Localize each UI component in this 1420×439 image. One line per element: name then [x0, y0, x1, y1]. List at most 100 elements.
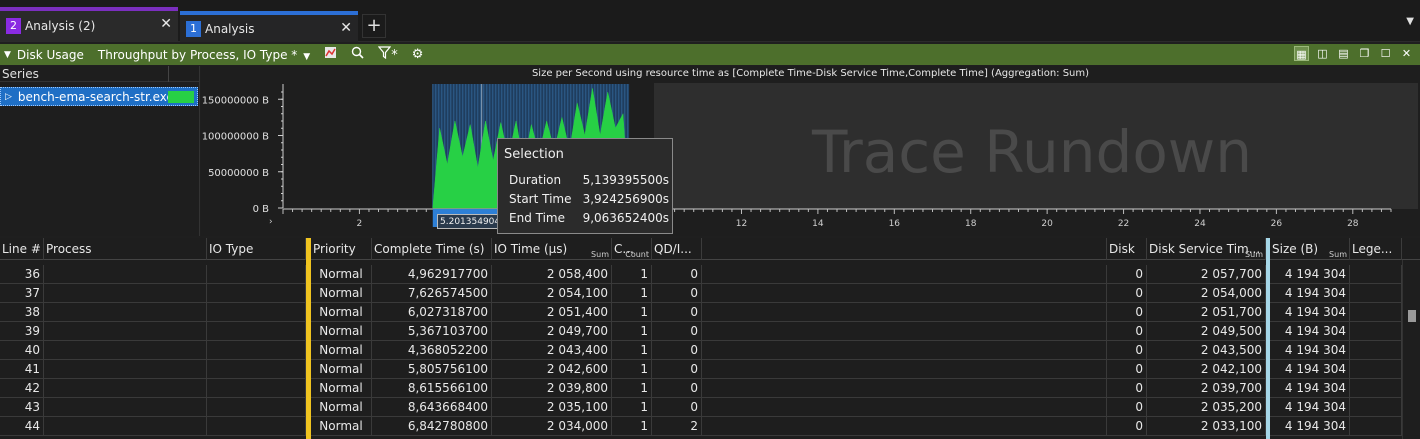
- column-header-line[interactable]: Line #: [0, 238, 44, 260]
- cell-disk: 0: [1107, 379, 1147, 398]
- x-tick-label: 26: [1271, 219, 1283, 229]
- cell-priority: Normal: [311, 417, 372, 436]
- maximize-icon[interactable]: ☐: [1378, 46, 1393, 61]
- table-row[interactable]: 43 Normal 8,643668400 2 035,100 1 0 0 2 035,200…: [0, 398, 1402, 417]
- cell-disk: 0: [1107, 360, 1147, 379]
- column-header-process[interactable]: Process: [44, 238, 207, 260]
- vertical-scrollbar[interactable]: [1402, 260, 1420, 439]
- cell-process: [44, 303, 207, 322]
- close-icon[interactable]: ✕: [160, 16, 172, 32]
- restore-icon[interactable]: ❐: [1357, 46, 1372, 61]
- cell-disk-service-time: 2 039,700: [1147, 379, 1266, 398]
- cell-process: [44, 322, 207, 341]
- table-row[interactable]: 41 Normal 5,805756100 2 042,600 1 0 0 2 042,100…: [0, 360, 1402, 379]
- axis-expand-icon[interactable]: ›: [269, 217, 273, 227]
- x-tick-label: 14: [812, 219, 824, 229]
- x-tick-label: 2: [357, 219, 363, 229]
- cell-process: [44, 379, 207, 398]
- x-tick-label: 12: [736, 219, 747, 229]
- cell-process: [44, 265, 207, 284]
- preset-label: Throughput by Process, IO Type *: [97, 47, 298, 62]
- cell-disk-service-time: 2 049,500: [1147, 322, 1266, 341]
- cell-process: [44, 398, 207, 417]
- graph-name[interactable]: Disk Usage: [17, 48, 84, 62]
- cell-line: 38: [0, 303, 44, 322]
- column-header-size[interactable]: Size (B) Sum: [1270, 238, 1350, 260]
- cell-io-time: 2 054,100: [492, 284, 612, 303]
- preset-dropdown[interactable]: Throughput by Process, IO Type * ▼: [98, 48, 310, 62]
- expand-icon[interactable]: ▷: [5, 92, 12, 102]
- chart-area[interactable]: Size per Second using resource time as […: [201, 66, 1420, 236]
- column-header-complete-time[interactable]: Complete Time (s): [372, 238, 492, 260]
- cell-priority: Normal: [311, 284, 372, 303]
- tab-analysis[interactable]: 1 Analysis ✕: [180, 11, 358, 42]
- column-header-label: Disk Service Tim...: [1149, 242, 1261, 256]
- cell-io-type: [207, 398, 306, 417]
- cell-io-time: 2 058,400: [492, 265, 612, 284]
- x-tick-label: 18: [965, 219, 977, 229]
- search-icon[interactable]: [351, 46, 364, 63]
- column-header-legend[interactable]: Lege...: [1350, 238, 1402, 260]
- column-header-label: IO Time (µs): [494, 242, 568, 256]
- scrollbar-thumb[interactable]: [1408, 310, 1416, 322]
- graph-only-icon[interactable]: ◫: [1315, 46, 1330, 61]
- close-icon[interactable]: ✕: [340, 20, 352, 36]
- gear-icon[interactable]: ⚙: [412, 47, 424, 62]
- graph-toolbar: ▼ Disk Usage Throughput by Process, IO T…: [0, 44, 1420, 65]
- cell-priority: Normal: [311, 360, 372, 379]
- cell-priority: Normal: [311, 265, 372, 284]
- tab-list-dropdown-icon[interactable]: ▼: [1406, 16, 1414, 27]
- table-row[interactable]: 37 Normal 7,626574500 2 054,100 1 0 0 2 054,000…: [0, 284, 1402, 303]
- graph-and-table-icon[interactable]: ▦: [1294, 46, 1309, 61]
- cell-disk: 0: [1107, 398, 1147, 417]
- cell-size: 4 194 304: [1270, 322, 1350, 341]
- cell-spacer: [702, 322, 1107, 341]
- cell-io-type: [207, 303, 306, 322]
- x-tick-label: 16: [889, 219, 901, 229]
- series-item[interactable]: ▷ bench-ema-search-str.exe...: [0, 87, 198, 106]
- cell-spacer: [702, 284, 1107, 303]
- cell-priority: Normal: [311, 398, 372, 417]
- cell-io-type: [207, 379, 306, 398]
- cell-legend: [1350, 379, 1402, 398]
- cell-legend: [1350, 398, 1402, 417]
- cell-count: 1: [612, 341, 652, 360]
- cell-disk: 0: [1107, 284, 1147, 303]
- column-header-disk-service-time[interactable]: Disk Service Tim... Sum: [1147, 238, 1266, 260]
- cell-disk-service-time: 2 043,500: [1147, 341, 1266, 360]
- cell-io-type: [207, 322, 306, 341]
- column-header-io-type[interactable]: IO Type: [207, 238, 306, 260]
- column-header-spacer: [702, 238, 1107, 260]
- column-header-count[interactable]: C... Count: [612, 238, 652, 260]
- tab-analysis-2[interactable]: 2 Analysis (2) ✕: [0, 7, 178, 41]
- cell-count: 1: [612, 303, 652, 322]
- add-tab-button[interactable]: +: [362, 14, 386, 38]
- table-row[interactable]: 38 Normal 6,027318700 2 051,400 1 0 0 2 051,700…: [0, 303, 1402, 322]
- table-row[interactable]: 36 Normal 4,962917700 2 058,400 1 0 0 2 057,700…: [0, 265, 1402, 284]
- cell-spacer: [702, 341, 1107, 360]
- table-row[interactable]: 44 Normal 6,842780800 2 034,000 1 2 0 2 033,100…: [0, 417, 1402, 436]
- cell-priority: Normal: [311, 322, 372, 341]
- column-header-io-time[interactable]: IO Time (µs) Sum: [492, 238, 612, 260]
- table-row[interactable]: 40 Normal 4,368052200 2 043,400 1 0 0 2 043,500…: [0, 341, 1402, 360]
- chart-svg[interactable]: Trace Rundown 0 B 50000000 B 100000000 B 15…: [201, 66, 1420, 236]
- cell-complete-time: 7,626574500: [372, 284, 492, 303]
- cell-legend: [1350, 284, 1402, 303]
- table-row[interactable]: 39 Normal 5,367103700 2 049,700 1 0 0 2 049,500…: [0, 322, 1402, 341]
- column-header-priority[interactable]: Priority: [311, 238, 372, 260]
- column-header-disk[interactable]: Disk: [1107, 238, 1147, 260]
- table-row[interactable]: 42 Normal 8,615566100 2 039,800 1 0 0 2 039,700…: [0, 379, 1402, 398]
- series-panel: Series ▷ bench-ema-search-str.exe...: [0, 66, 200, 236]
- filter-icon[interactable]: *: [377, 46, 398, 63]
- cell-complete-time: 6,027318700: [372, 303, 492, 322]
- cell-io-time: 2 039,800: [492, 379, 612, 398]
- cell-qd: 0: [652, 284, 702, 303]
- column-header-qd[interactable]: QD/I...: [652, 238, 702, 260]
- cell-disk-service-time: 2 042,100: [1147, 360, 1266, 379]
- chart-type-icon[interactable]: [324, 46, 337, 63]
- cell-size: 4 194 304: [1270, 398, 1350, 417]
- aggregation-label: Sum: [1329, 250, 1347, 259]
- table-only-icon[interactable]: ▤: [1336, 46, 1351, 61]
- close-icon[interactable]: ✕: [1399, 46, 1414, 61]
- collapse-graph-icon[interactable]: ▼: [4, 50, 11, 60]
